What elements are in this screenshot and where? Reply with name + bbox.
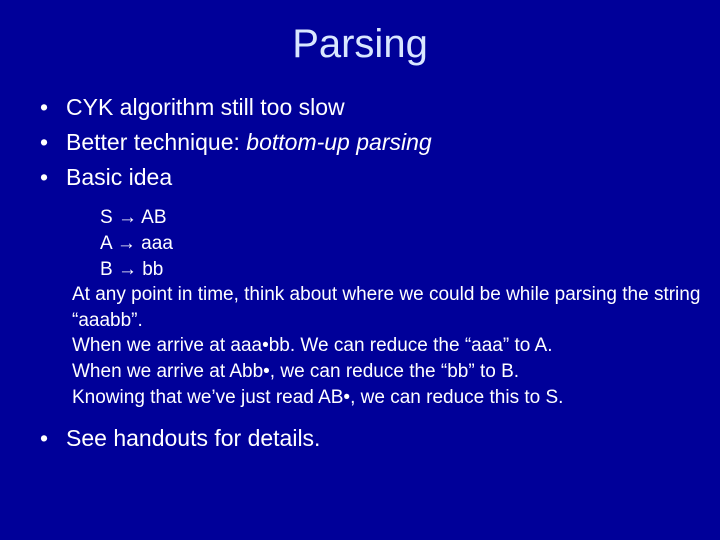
bullet-text-italic: bottom-up parsing xyxy=(246,129,431,155)
slide: Parsing CYK algorithm still too slow Bet… xyxy=(0,0,720,540)
bullet-item: See handouts for details. xyxy=(30,424,690,453)
bullet-text: Better technique: xyxy=(66,129,246,155)
bullet-text: Basic idea xyxy=(66,164,172,190)
inner-block: S → AB A → aaa B → bb At any point in ti… xyxy=(72,205,720,410)
grammar-rule: B → bb xyxy=(100,257,720,283)
bullet-list: CYK algorithm still too slow Better tech… xyxy=(0,93,720,191)
grammar-rule: S → AB xyxy=(100,205,720,231)
grammar-rule: A → aaa xyxy=(100,231,720,257)
inner-line: At any point in time, think about where … xyxy=(72,282,720,333)
bullet-item: Basic idea xyxy=(30,163,690,192)
bullet-item: Better technique: bottom-up parsing xyxy=(30,128,690,157)
inner-line: Knowing that we’ve just read AB•, we can… xyxy=(72,385,720,411)
bullet-item: CYK algorithm still too slow xyxy=(30,93,690,122)
slide-title: Parsing xyxy=(0,0,720,87)
bullet-text: See handouts for details. xyxy=(66,425,320,451)
bullet-list: See handouts for details. xyxy=(0,424,720,453)
inner-line: When we arrive at Abb•, we can reduce th… xyxy=(72,359,720,385)
inner-line: When we arrive at aaa•bb. We can reduce … xyxy=(72,333,720,359)
bullet-text: CYK algorithm still too slow xyxy=(66,94,345,120)
